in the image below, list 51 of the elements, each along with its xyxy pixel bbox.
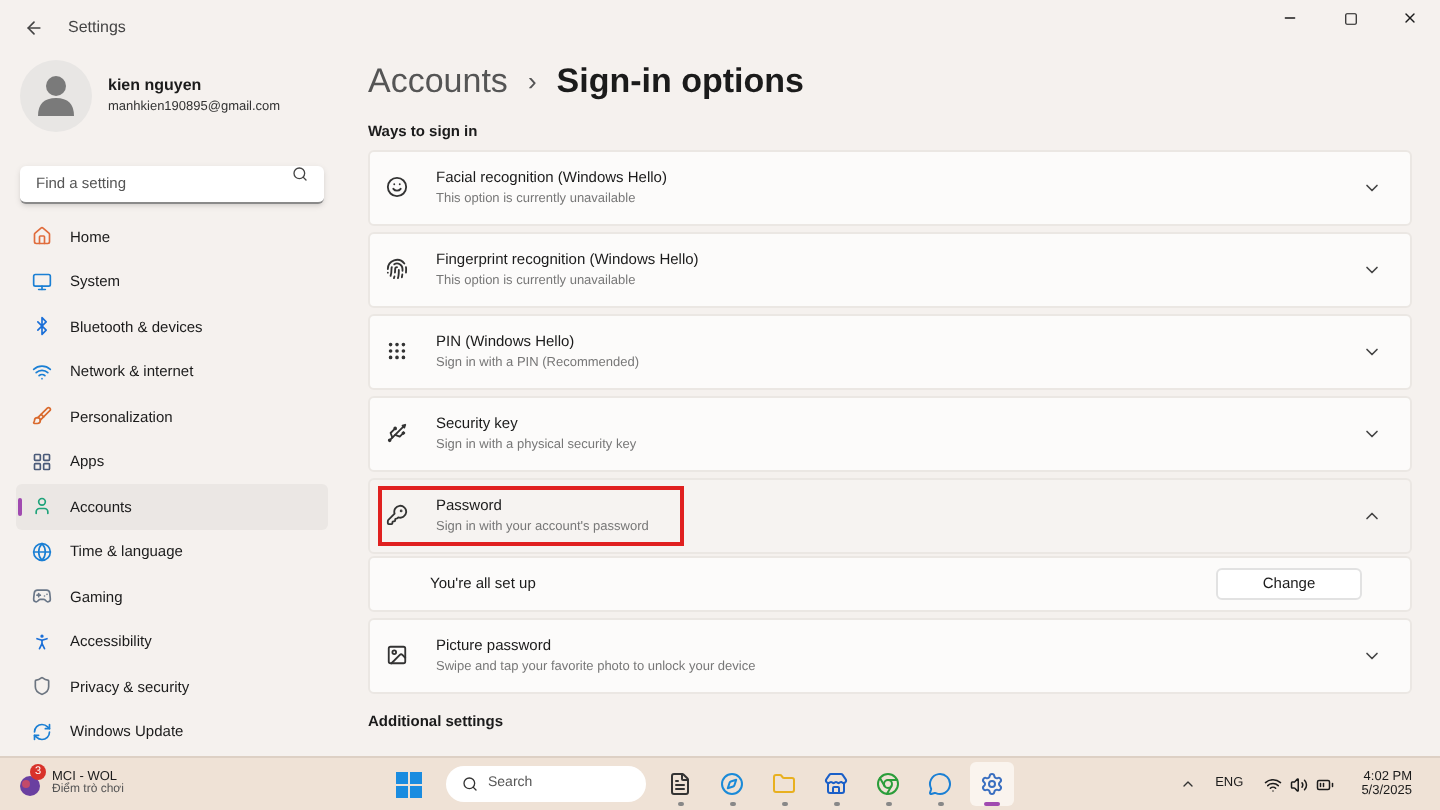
apps-icon — [32, 451, 52, 472]
gamepad-icon — [32, 586, 52, 607]
close-icon[interactable] — [1402, 10, 1418, 26]
selection-indicator — [18, 498, 22, 516]
fingerprint-icon — [386, 258, 408, 281]
breadcrumb-separator: › — [527, 64, 537, 100]
image-icon — [386, 644, 408, 667]
game-icon — [16, 770, 44, 798]
document-icon — [668, 772, 692, 796]
shield-icon — [32, 676, 52, 697]
battery-icon[interactable] — [1315, 775, 1334, 793]
accessibility-icon — [32, 631, 52, 652]
taskbar-app[interactable] — [970, 762, 1014, 806]
smile-icon — [386, 176, 408, 199]
running-indicator — [729, 802, 735, 806]
monitor-icon — [32, 271, 52, 292]
maximize-icon[interactable] — [1343, 11, 1357, 25]
user-name: kien nguyen — [108, 74, 204, 99]
back-icon[interactable] — [24, 18, 44, 38]
wifi-icon[interactable] — [1263, 775, 1282, 793]
volume-icon[interactable] — [1289, 775, 1308, 793]
bluetooth-icon — [32, 316, 52, 337]
folder-icon — [772, 772, 796, 796]
settings-icon — [980, 772, 1004, 796]
home-icon — [32, 226, 52, 247]
running-indicator — [677, 802, 683, 806]
running-indicator — [984, 802, 1000, 806]
chat-icon — [928, 772, 952, 796]
brush-icon — [32, 406, 52, 427]
chrome-icon — [876, 772, 900, 796]
page-title: Sign-in options — [556, 60, 804, 104]
tray-expand-icon[interactable] — [1179, 776, 1196, 792]
start-icon[interactable] — [396, 771, 422, 797]
running-indicator — [781, 802, 787, 806]
globe-icon — [32, 541, 52, 562]
running-indicator — [833, 802, 839, 806]
keypad-icon — [386, 340, 408, 363]
search-icon — [462, 776, 478, 792]
key-icon — [386, 504, 408, 527]
search-icon — [292, 166, 308, 182]
user-icon — [32, 496, 52, 517]
usb-key-icon — [386, 422, 408, 445]
running-indicator — [885, 802, 891, 806]
running-indicator — [937, 802, 943, 806]
wifi-icon — [32, 361, 52, 382]
store-icon — [824, 772, 848, 796]
browser-icon — [720, 772, 744, 796]
update-icon — [32, 721, 52, 742]
breadcrumb-parent[interactable]: Accounts — [368, 56, 508, 107]
avatar — [20, 60, 92, 132]
window-title: Settings — [68, 16, 126, 40]
